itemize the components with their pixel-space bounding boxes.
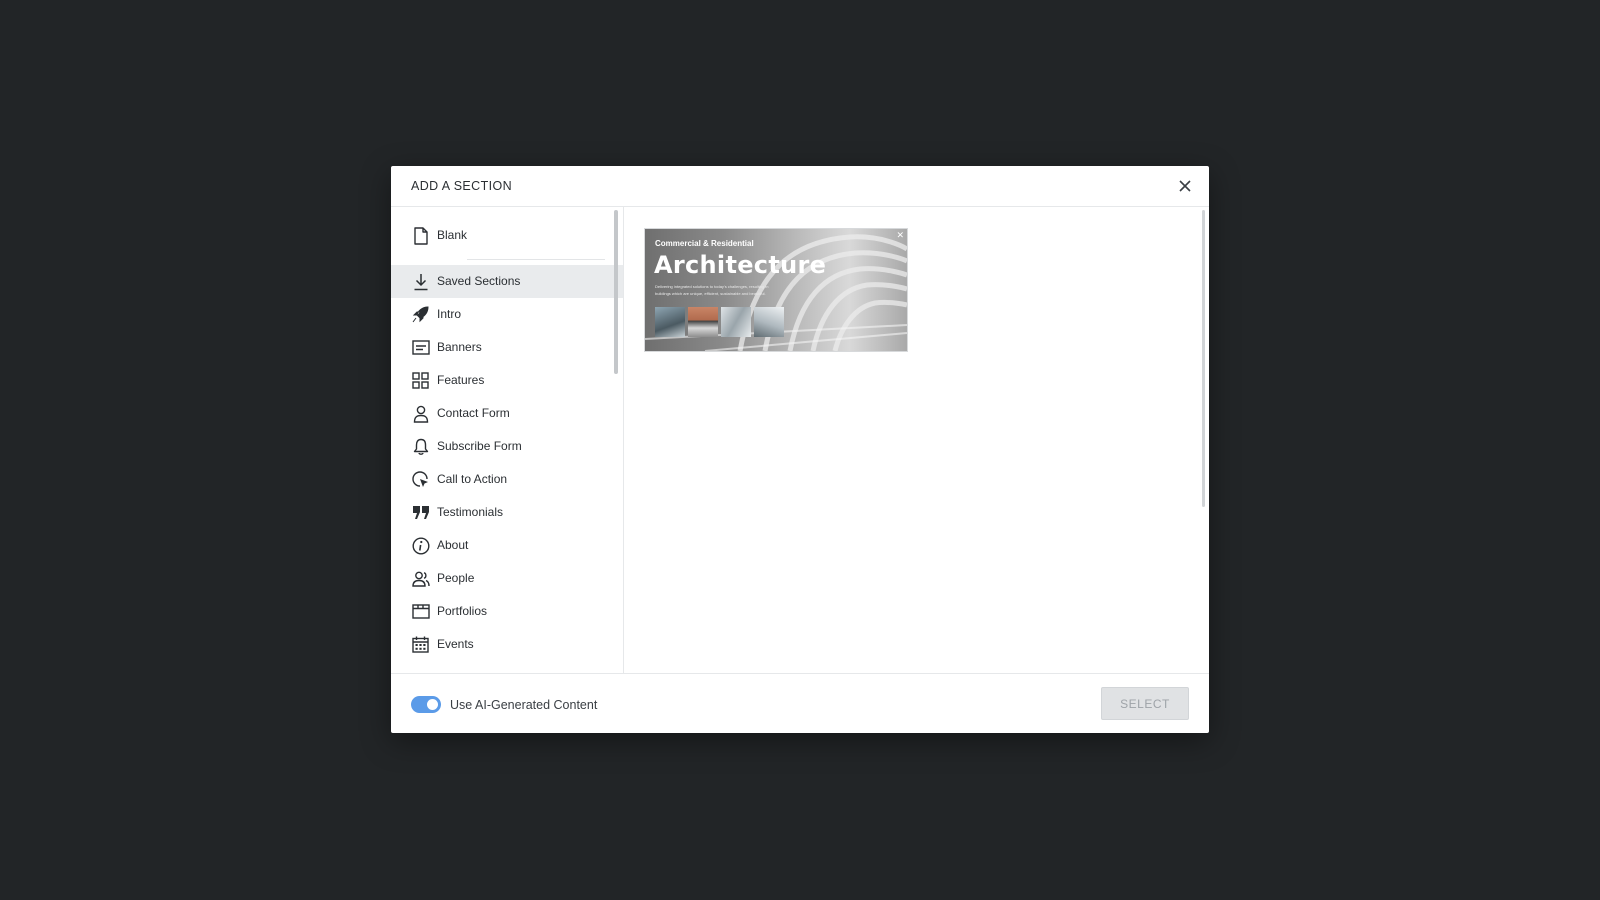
section-preview-area: Commercial & Residential Architecture De… — [624, 207, 1209, 673]
banner-icon — [411, 338, 430, 357]
sidebar-item-saved-sections[interactable]: Saved Sections — [391, 265, 623, 298]
thumbnail-body-text: Delivering integrated solutions to today… — [655, 284, 769, 296]
modal-footer: Use AI-Generated Content SELECT — [391, 673, 1209, 733]
thumbnail-title: Architecture — [654, 251, 827, 279]
close-button[interactable] — [1175, 176, 1195, 196]
divider — [467, 259, 605, 260]
sidebar-item-about[interactable]: About — [391, 529, 623, 562]
people-icon — [411, 569, 430, 588]
building-photo — [754, 307, 784, 337]
sidebar-scrollbar[interactable] — [614, 210, 618, 374]
sidebar-item-label: Contact Form — [437, 406, 510, 420]
select-button[interactable]: SELECT — [1101, 687, 1189, 720]
saved-section-thumbnail[interactable]: Commercial & Residential Architecture De… — [644, 228, 908, 352]
grid-icon — [411, 371, 430, 390]
person-icon — [411, 404, 430, 423]
sidebar-item-portfolios[interactable]: Portfolios — [391, 595, 623, 628]
sidebar-item-label: Subscribe Form — [437, 439, 522, 453]
ai-content-toggle[interactable] — [411, 696, 441, 713]
sidebar-item-events[interactable]: Events — [391, 628, 623, 661]
sidebar-item-label: About — [437, 538, 469, 552]
document-icon — [411, 226, 430, 245]
building-photo — [688, 307, 718, 337]
portfolio-icon — [411, 602, 430, 621]
sidebar-item-label: Saved Sections — [437, 274, 521, 288]
thumbnail-photo-strip — [655, 307, 787, 337]
close-icon — [1179, 180, 1191, 192]
calendar-icon — [411, 635, 430, 654]
sidebar-item-label: Intro — [437, 307, 462, 321]
section-category-list: Blank Saved Sections Intro Banners Featu… — [391, 207, 624, 673]
toggle-knob — [427, 699, 438, 710]
close-icon: ✕ — [896, 230, 904, 240]
sidebar-item-blank[interactable]: Blank — [391, 219, 623, 252]
sidebar-item-label: People — [437, 571, 475, 585]
sidebar-item-label: Blank — [437, 228, 468, 242]
quote-icon — [411, 503, 430, 522]
download-icon — [411, 272, 430, 291]
modal-header: ADD A SECTION — [391, 166, 1209, 207]
modal-title: ADD A SECTION — [411, 179, 513, 193]
info-icon — [411, 536, 430, 555]
sidebar-item-features[interactable]: Features — [391, 364, 623, 397]
sidebar-item-label: Testimonials — [437, 505, 504, 519]
add-section-modal: ADD A SECTION Blank Saved Sections Intro — [391, 166, 1209, 733]
sidebar-item-contact-form[interactable]: Contact Form — [391, 397, 623, 430]
sidebar-item-call-to-action[interactable]: Call to Action — [391, 463, 623, 496]
sidebar-item-label: Features — [437, 373, 485, 387]
building-photo — [721, 307, 751, 337]
sidebar-item-testimonials[interactable]: Testimonials — [391, 496, 623, 529]
sidebar-item-people[interactable]: People — [391, 562, 623, 595]
sidebar-item-intro[interactable]: Intro — [391, 298, 623, 331]
content-scrollbar[interactable] — [1202, 210, 1205, 507]
sidebar-item-banners[interactable]: Banners — [391, 331, 623, 364]
sidebar-item-label: Call to Action — [437, 472, 508, 486]
sidebar-item-label: Portfolios — [437, 604, 488, 618]
bell-icon — [411, 437, 430, 456]
sidebar-item-subscribe-form[interactable]: Subscribe Form — [391, 430, 623, 463]
building-photo — [655, 307, 685, 337]
ai-content-label: Use AI-Generated Content — [450, 698, 598, 712]
rocket-icon — [411, 305, 430, 324]
cursor-click-icon — [411, 470, 430, 489]
thumbnail-subtitle: Commercial & Residential — [655, 239, 754, 248]
sidebar-item-label: Events — [437, 637, 474, 651]
sidebar-item-label: Banners — [437, 340, 482, 354]
